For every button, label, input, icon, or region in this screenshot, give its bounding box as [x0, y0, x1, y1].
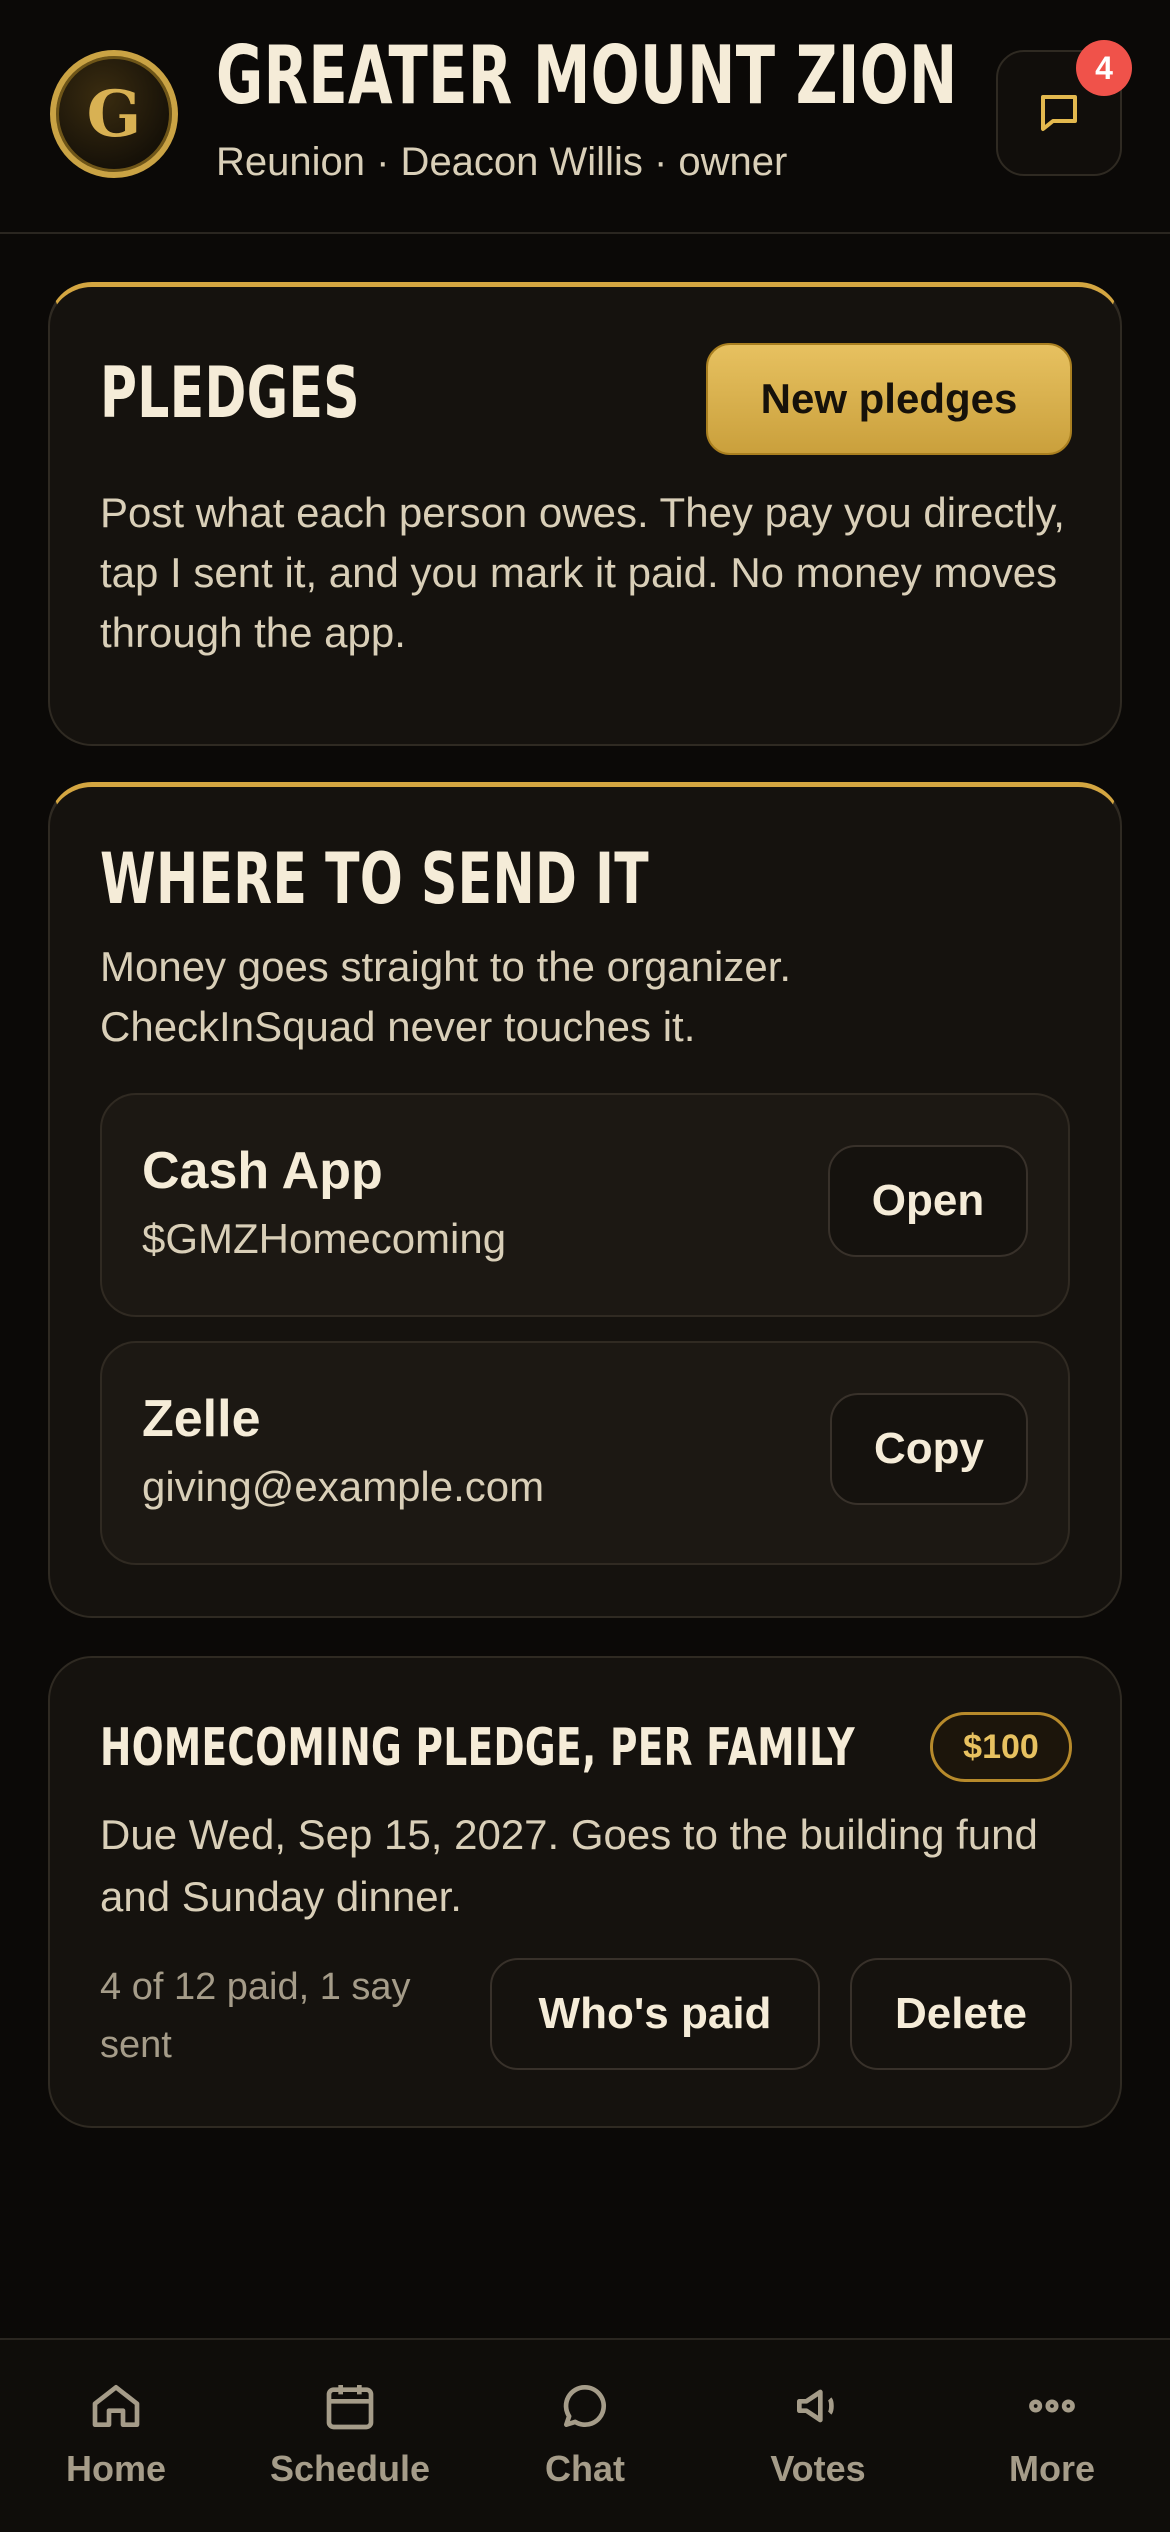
pledge-amount-badge: $100: [930, 1712, 1072, 1782]
send-methods-card: WHERE TO SEND IT Money goes straight to …: [48, 782, 1122, 1618]
home-icon: [86, 2376, 146, 2436]
page-subtitle: Reunion · Deacon Willis · owner: [216, 140, 788, 184]
method-handle: giving@example.com: [142, 1463, 545, 1510]
logo-letter: G: [86, 76, 142, 152]
calendar-icon: [320, 2376, 380, 2436]
nav-home[interactable]: Home: [16, 2376, 216, 2506]
method-name: Zelle: [142, 1390, 261, 1448]
delete-pledge-button[interactable]: Delete: [850, 1958, 1072, 2070]
nav-label: Schedule: [269, 2448, 431, 2489]
pledge-status: 4 of 12 paid, 1 say sent: [100, 1966, 411, 2066]
nav-more[interactable]: More: [952, 2376, 1152, 2506]
page-title: GREATER MOUNT ZION: [216, 29, 958, 122]
send-description: Money goes straight to the organizer. Ch…: [100, 943, 792, 1050]
pledges-card: PLEDGES New pledges Post what each perso…: [48, 282, 1122, 746]
pledge-item-title: HOMECOMING PLEDGE, PER FAMILY: [100, 1718, 855, 1778]
megaphone-icon: [788, 2376, 848, 2436]
nav-label: Home: [65, 2448, 167, 2489]
bottom-nav: Home Schedule Chat Votes More: [0, 2338, 1170, 2532]
method-handle: $GMZHomecoming: [142, 1215, 507, 1262]
nav-label: More: [1008, 2448, 1095, 2489]
whos-paid-button[interactable]: Who's paid: [490, 1958, 820, 2070]
pledges-title: PLEDGES: [100, 352, 360, 434]
nav-votes[interactable]: Votes: [718, 2376, 918, 2506]
send-title: WHERE TO SEND IT: [100, 838, 649, 920]
app-header: G GREATER MOUNT ZION Reunion · Deacon Wi…: [0, 0, 1170, 234]
open-cashapp-button[interactable]: Open: [828, 1145, 1028, 1257]
notification-badge: 4: [1076, 40, 1132, 96]
method-name: Cash App: [142, 1142, 383, 1200]
nav-label: Votes: [770, 2448, 866, 2489]
nav-chat[interactable]: Chat: [485, 2376, 685, 2506]
nav-label: Chat: [545, 2448, 625, 2489]
pledges-description: Post what each person owes. They pay you…: [100, 489, 1065, 656]
copy-zelle-button[interactable]: Copy: [830, 1393, 1028, 1505]
church-logo: G: [50, 50, 178, 178]
chat-icon: [555, 2376, 615, 2436]
message-icon: [1041, 95, 1077, 131]
pledge-item-card: HOMECOMING PLEDGE, PER FAMILY $100 Due W…: [48, 1656, 1122, 2128]
more-icon: [1022, 2376, 1082, 2436]
nav-schedule[interactable]: Schedule: [250, 2376, 450, 2506]
new-pledges-button[interactable]: New pledges: [706, 343, 1072, 455]
payment-method-zelle: Zelle giving@example.com Copy: [100, 1341, 1070, 1565]
pledge-item-description: Due Wed, Sep 15, 2027. Goes to the build…: [100, 1811, 1038, 1920]
payment-method-cashapp: Cash App $GMZHomecoming Open: [100, 1093, 1070, 1317]
